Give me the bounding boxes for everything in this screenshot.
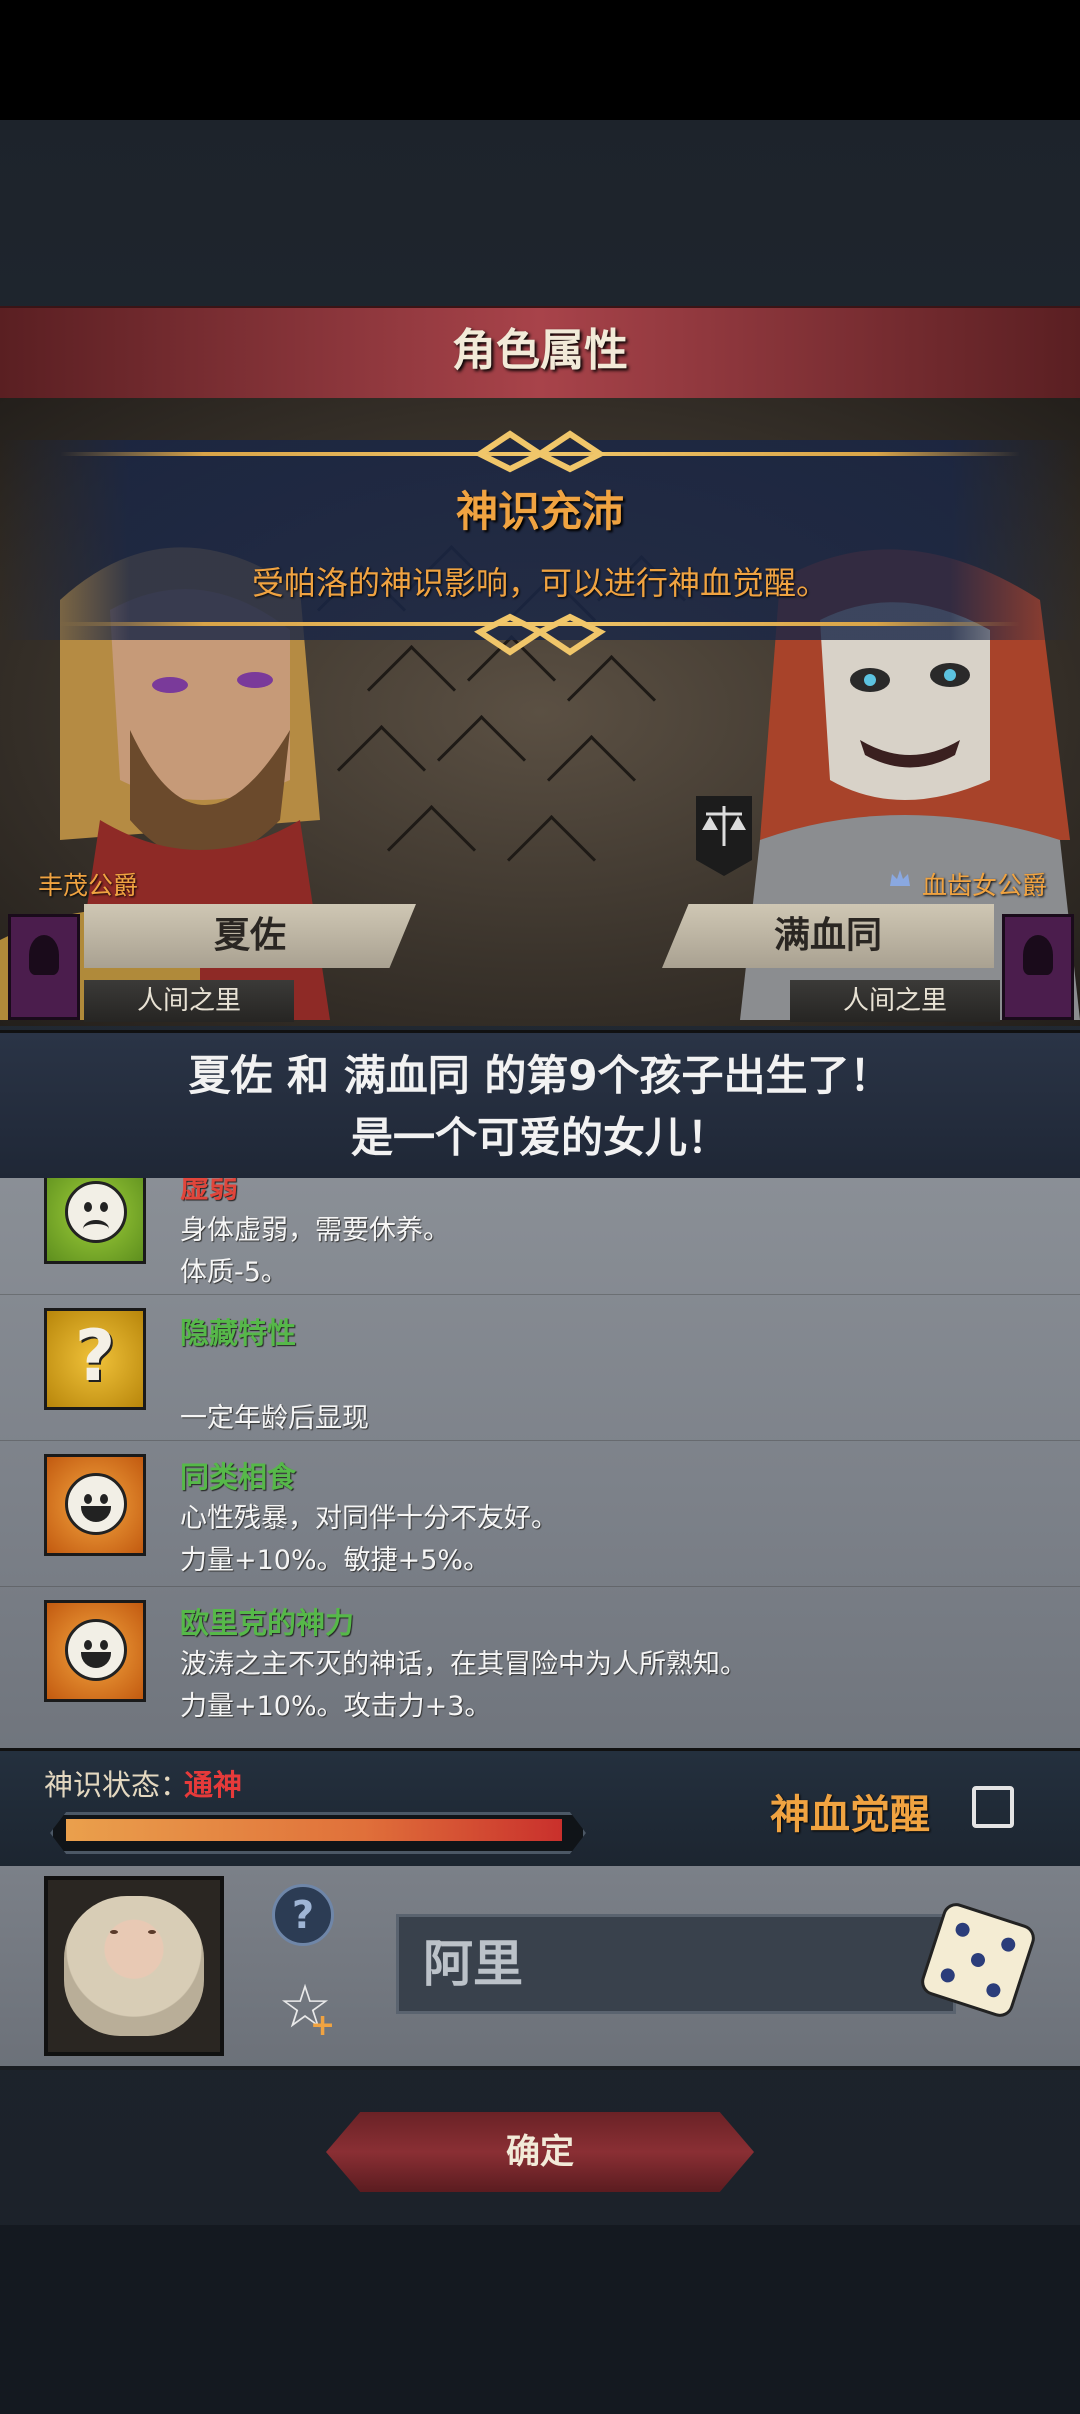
father-banner-icon (8, 914, 80, 1020)
trait-effect: 体质-5。 (180, 1257, 288, 1288)
trait-effect: 力量+10%。敏捷+5%。 (180, 1545, 491, 1576)
scales-icon (696, 796, 752, 876)
event-description: 受帕洛的神识影响，可以进行神血觉醒。 (251, 564, 828, 602)
father-realm: 人间之里 (84, 980, 294, 1022)
trait-effect: 一定年龄后显现 (180, 1403, 369, 1434)
mother-house-title: 血齿女公爵 (922, 871, 1048, 900)
announcement-line-1: 夏佐 和 满血同 的第9个孩子出生了！ (188, 1051, 892, 1100)
child-name-input[interactable]: 阿里 (396, 1914, 956, 2014)
trait-effect: 力量+10%。攻击力+3。 (180, 1691, 492, 1722)
trait-name: 隐藏特性 (180, 1316, 297, 1350)
question-mark-icon: ? (44, 1308, 146, 1410)
confirm-button[interactable]: 确定 (326, 2112, 754, 2192)
father-name[interactable]: 夏佐 (84, 904, 416, 968)
sad-face-icon (44, 1178, 146, 1264)
trait-item[interactable]: 同类相食 心性残暴，对同伴十分不友好。 力量+10%。敏捷+5%。 (0, 1440, 1080, 1587)
top-status-area (0, 0, 1080, 120)
page-title: 角色属性 (452, 325, 628, 376)
trait-description: 波涛之主不灭的神话，在其冒险中为人所熟知。 (180, 1649, 747, 1680)
blood-awaken-checkbox[interactable] (972, 1786, 1014, 1828)
divine-status-label: 神识状态： (44, 1768, 190, 1802)
divine-status-value: 通神 (184, 1768, 243, 1802)
trait-item[interactable]: ? 隐藏特性 一定年龄后显现 (0, 1294, 1080, 1441)
ornament-top-icon (474, 430, 606, 473)
mother-name[interactable]: 满血同 (662, 904, 994, 968)
help-button[interactable]: ? (272, 1884, 334, 1946)
mother-banner-icon (1002, 914, 1074, 1020)
divine-progress-fill (66, 1819, 562, 1841)
star-plus-icon: + (310, 2008, 336, 2043)
baby-portrait (64, 1896, 204, 2036)
mother-realm: 人间之里 (790, 980, 1000, 1022)
happy-face-icon (44, 1454, 146, 1556)
trait-name: 同类相食 (180, 1460, 297, 1494)
crown-badge-icon (888, 866, 912, 890)
trait-description: 心性残暴，对同伴十分不友好。 (180, 1503, 558, 1534)
blood-awaken-label[interactable]: 神血觉醒 (770, 1782, 930, 1840)
father-house-title: 丰茂公爵 (38, 871, 139, 900)
trait-description: 身体虚弱，需要休养。 (180, 1215, 450, 1246)
trait-item[interactable]: 虚弱 身体虚弱，需要休养。 体质-5。 (0, 1178, 1080, 1295)
trait-name: 欧里克的神力 (180, 1606, 355, 1640)
trait-item[interactable]: 欧里克的神力 波涛之主不灭的神话，在其冒险中为人所熟知。 力量+10%。攻击力+… (0, 1586, 1080, 1732)
event-title: 神识充沛 (455, 487, 624, 536)
ornament-bottom-icon (474, 613, 606, 656)
announcement-line-2: 是一个可爱的女儿！ (350, 1113, 729, 1162)
happy-face-icon (44, 1600, 146, 1702)
trait-name: 虚弱 (180, 1178, 239, 1204)
bottom-area (0, 2225, 1080, 2414)
trait-list[interactable]: 虚弱 身体虚弱，需要休养。 体质-5。 ? 隐藏特性 一定年龄后显现 同类相食 … (0, 1178, 1080, 1748)
